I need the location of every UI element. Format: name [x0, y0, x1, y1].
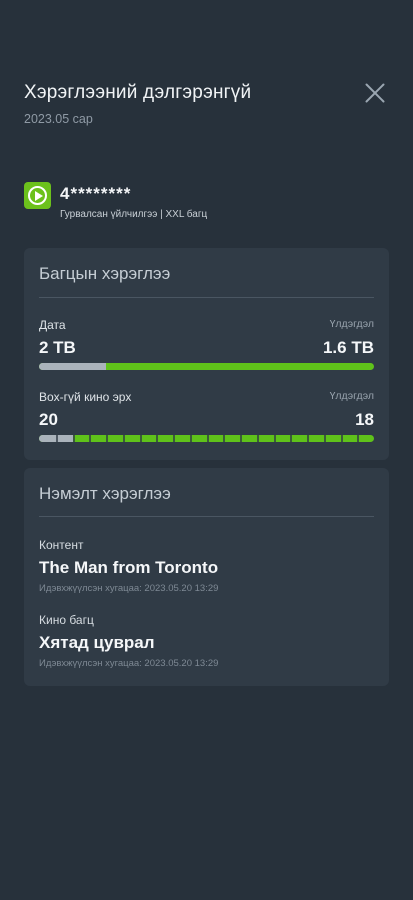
remaining-label: Үлдэгдэл: [329, 390, 374, 402]
bar-segment-divider: [156, 435, 159, 442]
close-icon[interactable]: [364, 82, 386, 104]
bar-segment-divider: [307, 435, 309, 442]
bar-segment-divider: [106, 435, 108, 442]
divider: [39, 516, 374, 517]
metric-label: Дата: [39, 318, 66, 332]
extra-item: Кино багц Хятад цуврал Идэвхжүүлсэн хуга…: [39, 613, 374, 669]
divider: [39, 297, 374, 298]
extra-item: Контент The Man from Toronto Идэвхжүүлсэ…: [39, 538, 374, 594]
metric-remaining: 1.6 TB: [322, 338, 374, 357]
used-portion: [39, 363, 106, 370]
bar-segment-divider: [189, 435, 192, 442]
account-plan: Гурвалсан үйлчилгээ | XXL багц: [60, 209, 208, 220]
item-value: The Man from Toronto: [39, 558, 219, 577]
bar-segment-divider: [223, 435, 226, 442]
account-info: 4******** Гурвалсан үйлчилгээ | XXL багц: [24, 182, 389, 222]
item-key: Контент: [39, 538, 84, 552]
movie-rights-metric: Box-гүй кино эрх Үлдэгдэл 20 18: [39, 390, 374, 446]
metric-remaining: 18: [355, 410, 374, 429]
usage-card-title: Багцын хэрэглээ: [39, 264, 171, 283]
extra-usage-card: Нэмэлт хэрэглээ Контент The Man from Tor…: [24, 468, 389, 686]
item-value: Хятад цуврал: [39, 633, 155, 652]
item-activation-time: Идэвхжүүлсэн хугацаа: 2023.05.20 13:29: [39, 583, 219, 594]
page-header: Хэрэглээний дэлгэрэнгүй 2023.05 сар: [24, 82, 389, 126]
bar-segment-divider: [122, 435, 125, 442]
data-usage-metric: Дата Үлдэгдэл 2 TB 1.6 TB: [39, 318, 374, 374]
bar-segment-divider: [173, 435, 175, 442]
metric-total: 20: [39, 410, 58, 429]
metric-total: 2 TB: [39, 338, 76, 357]
remaining-label: Үлдэгдэл: [329, 318, 374, 330]
play-logo-icon: [24, 182, 51, 209]
bar-segment-divider: [256, 435, 259, 442]
item-activation-time: Идэвхжүүлсэн хугацаа: 2023.05.20 13:29: [39, 658, 219, 669]
bar-segment-divider: [340, 435, 343, 442]
bar-segment-divider: [290, 435, 293, 442]
bar-segment-divider: [273, 435, 276, 442]
bar-segment-divider: [72, 435, 75, 442]
usage-progress-bar: [39, 363, 374, 370]
page-title: Хэрэглээний дэлгэрэнгүй: [24, 82, 252, 103]
page-subtitle: 2023.05 сар: [24, 112, 93, 126]
usage-progress-bar: [39, 435, 374, 442]
account-number: 4********: [60, 184, 132, 203]
bar-segment-divider: [206, 435, 209, 442]
bar-segment-divider: [323, 435, 326, 442]
bar-segment-divider: [357, 435, 360, 442]
bar-segment-divider: [139, 435, 142, 442]
metric-label: Box-гүй кино эрх: [39, 390, 132, 404]
bar-segment-divider: [89, 435, 92, 442]
bar-segment-divider: [240, 435, 242, 442]
usage-card: Багцын хэрэглээ Дата Үлдэгдэл 2 TB 1.6 T…: [24, 248, 389, 460]
bar-segment-divider: [55, 435, 58, 442]
item-key: Кино багц: [39, 613, 94, 627]
extra-card-title: Нэмэлт хэрэглээ: [39, 484, 171, 503]
